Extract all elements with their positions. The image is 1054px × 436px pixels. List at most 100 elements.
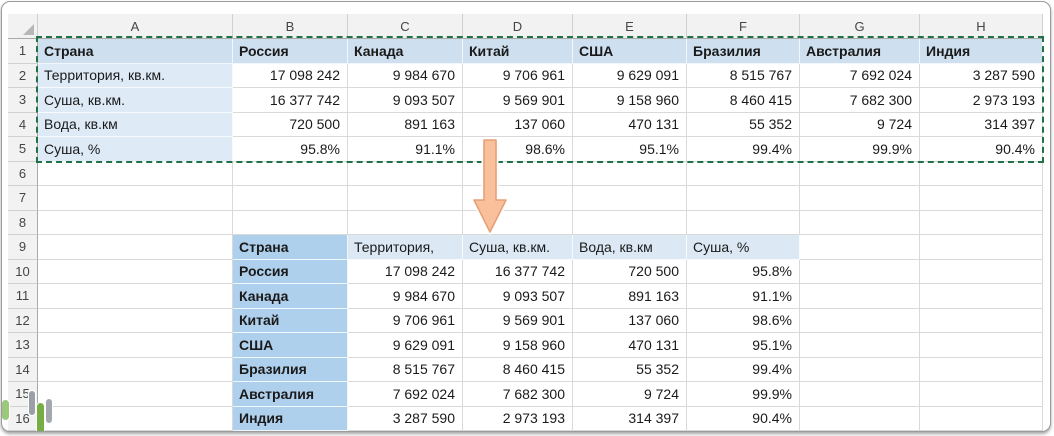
row-header[interactable]: 2	[8, 64, 38, 89]
cell[interactable]: 9 706 961	[463, 64, 573, 89]
cell[interactable]: 9 984 670	[348, 284, 463, 309]
cell[interactable]	[38, 333, 233, 358]
row-header[interactable]: 11	[8, 284, 38, 309]
cell[interactable]	[800, 284, 920, 309]
cell[interactable]: 98.6%	[687, 309, 800, 334]
cell[interactable]	[38, 211, 233, 236]
cell[interactable]	[920, 260, 1043, 285]
cell[interactable]	[800, 358, 920, 383]
cell[interactable]	[38, 260, 233, 285]
row-header[interactable]: 13	[8, 333, 38, 358]
cell[interactable]: 137 060	[463, 113, 573, 138]
cell[interactable]	[38, 382, 233, 407]
cell[interactable]: 95.1%	[573, 137, 687, 162]
cell[interactable]: 720 500	[233, 113, 348, 138]
cell[interactable]	[800, 382, 920, 407]
cell[interactable]: 470 131	[573, 113, 687, 138]
row-header[interactable]: 5	[8, 137, 38, 162]
column-header-b[interactable]: B	[233, 14, 348, 39]
cell[interactable]	[233, 211, 348, 236]
cell[interactable]: США	[233, 333, 348, 358]
cell[interactable]: 9 724	[800, 113, 920, 138]
cell[interactable]	[233, 162, 348, 187]
cell[interactable]: Канада	[348, 39, 463, 64]
row-header[interactable]: 9	[8, 235, 38, 260]
cell[interactable]	[920, 186, 1043, 211]
cell[interactable]	[920, 309, 1043, 334]
cell[interactable]	[800, 162, 920, 187]
cell[interactable]: 9 706 961	[348, 309, 463, 334]
cell[interactable]: Вода, кв.км	[38, 113, 233, 138]
cell[interactable]: 95.1%	[687, 333, 800, 358]
cell[interactable]	[920, 284, 1043, 309]
cell[interactable]: Суша, %	[687, 235, 800, 260]
cell[interactable]: 9 158 960	[573, 88, 687, 113]
cell[interactable]	[38, 235, 233, 260]
cell[interactable]: Суша, %	[38, 137, 233, 162]
row-header[interactable]: 12	[8, 309, 38, 334]
cell[interactable]: Бразилия	[233, 358, 348, 383]
cell[interactable]: Россия	[233, 260, 348, 285]
cell[interactable]: 7 692 024	[800, 64, 920, 89]
cell[interactable]	[687, 211, 800, 236]
cell[interactable]	[348, 162, 463, 187]
cell[interactable]: 7 692 024	[348, 382, 463, 407]
cell[interactable]	[38, 284, 233, 309]
cell[interactable]	[920, 333, 1043, 358]
cell[interactable]	[348, 186, 463, 211]
cell[interactable]	[800, 186, 920, 211]
cell[interactable]: 16 377 742	[233, 88, 348, 113]
cell[interactable]: Страна	[38, 39, 233, 64]
cell[interactable]: 16 377 742	[463, 260, 573, 285]
cell[interactable]: Суша, кв.км.	[463, 235, 573, 260]
row-header[interactable]: 10	[8, 260, 38, 285]
cell[interactable]: 314 397	[920, 113, 1043, 138]
cell[interactable]: Территория,	[348, 235, 463, 260]
cell[interactable]: 3 287 590	[920, 64, 1043, 89]
cell[interactable]	[920, 358, 1043, 383]
cell[interactable]: 720 500	[573, 260, 687, 285]
row-header[interactable]: 1	[8, 39, 38, 64]
cell[interactable]: 8 460 415	[687, 88, 800, 113]
cell[interactable]	[920, 407, 1043, 432]
cell[interactable]: Индия	[233, 407, 348, 432]
cell[interactable]: 9 629 091	[348, 333, 463, 358]
cell[interactable]: 8 460 415	[463, 358, 573, 383]
row-header[interactable]: 4	[8, 113, 38, 138]
cell[interactable]: Канада	[233, 284, 348, 309]
cell[interactable]: 8 515 767	[348, 358, 463, 383]
cell[interactable]	[573, 211, 687, 236]
cell[interactable]	[920, 382, 1043, 407]
cell[interactable]: 7 682 300	[463, 382, 573, 407]
cell[interactable]	[38, 162, 233, 187]
cell[interactable]: 9 093 507	[348, 88, 463, 113]
cell[interactable]: Вода, кв.км	[573, 235, 687, 260]
cell[interactable]	[920, 211, 1043, 236]
cell[interactable]: Страна	[233, 235, 348, 260]
cell[interactable]: Китай	[463, 39, 573, 64]
cell[interactable]	[573, 186, 687, 211]
cell[interactable]: 90.4%	[920, 137, 1043, 162]
cell[interactable]: 9 724	[573, 382, 687, 407]
cell[interactable]: 9 093 507	[463, 284, 573, 309]
cell[interactable]: 137 060	[573, 309, 687, 334]
cell[interactable]: Австралия	[800, 39, 920, 64]
cell[interactable]: 8 515 767	[687, 64, 800, 89]
row-header[interactable]: 6	[8, 162, 38, 187]
cell[interactable]: Индия	[920, 39, 1043, 64]
cell[interactable]: Австралия	[233, 382, 348, 407]
cell[interactable]	[687, 162, 800, 187]
column-header-h[interactable]: H	[920, 14, 1043, 39]
cell[interactable]: 891 163	[348, 113, 463, 138]
cell[interactable]: Бразилия	[687, 39, 800, 64]
cell[interactable]: 470 131	[573, 333, 687, 358]
cell[interactable]: 9 629 091	[573, 64, 687, 89]
cell[interactable]	[38, 358, 233, 383]
cell[interactable]	[800, 333, 920, 358]
cell[interactable]: 3 287 590	[348, 407, 463, 432]
cell[interactable]	[38, 309, 233, 334]
cell[interactable]	[800, 211, 920, 236]
cell[interactable]: Китай	[233, 309, 348, 334]
row-header[interactable]: 3	[8, 88, 38, 113]
column-header-a[interactable]: A	[38, 14, 233, 39]
